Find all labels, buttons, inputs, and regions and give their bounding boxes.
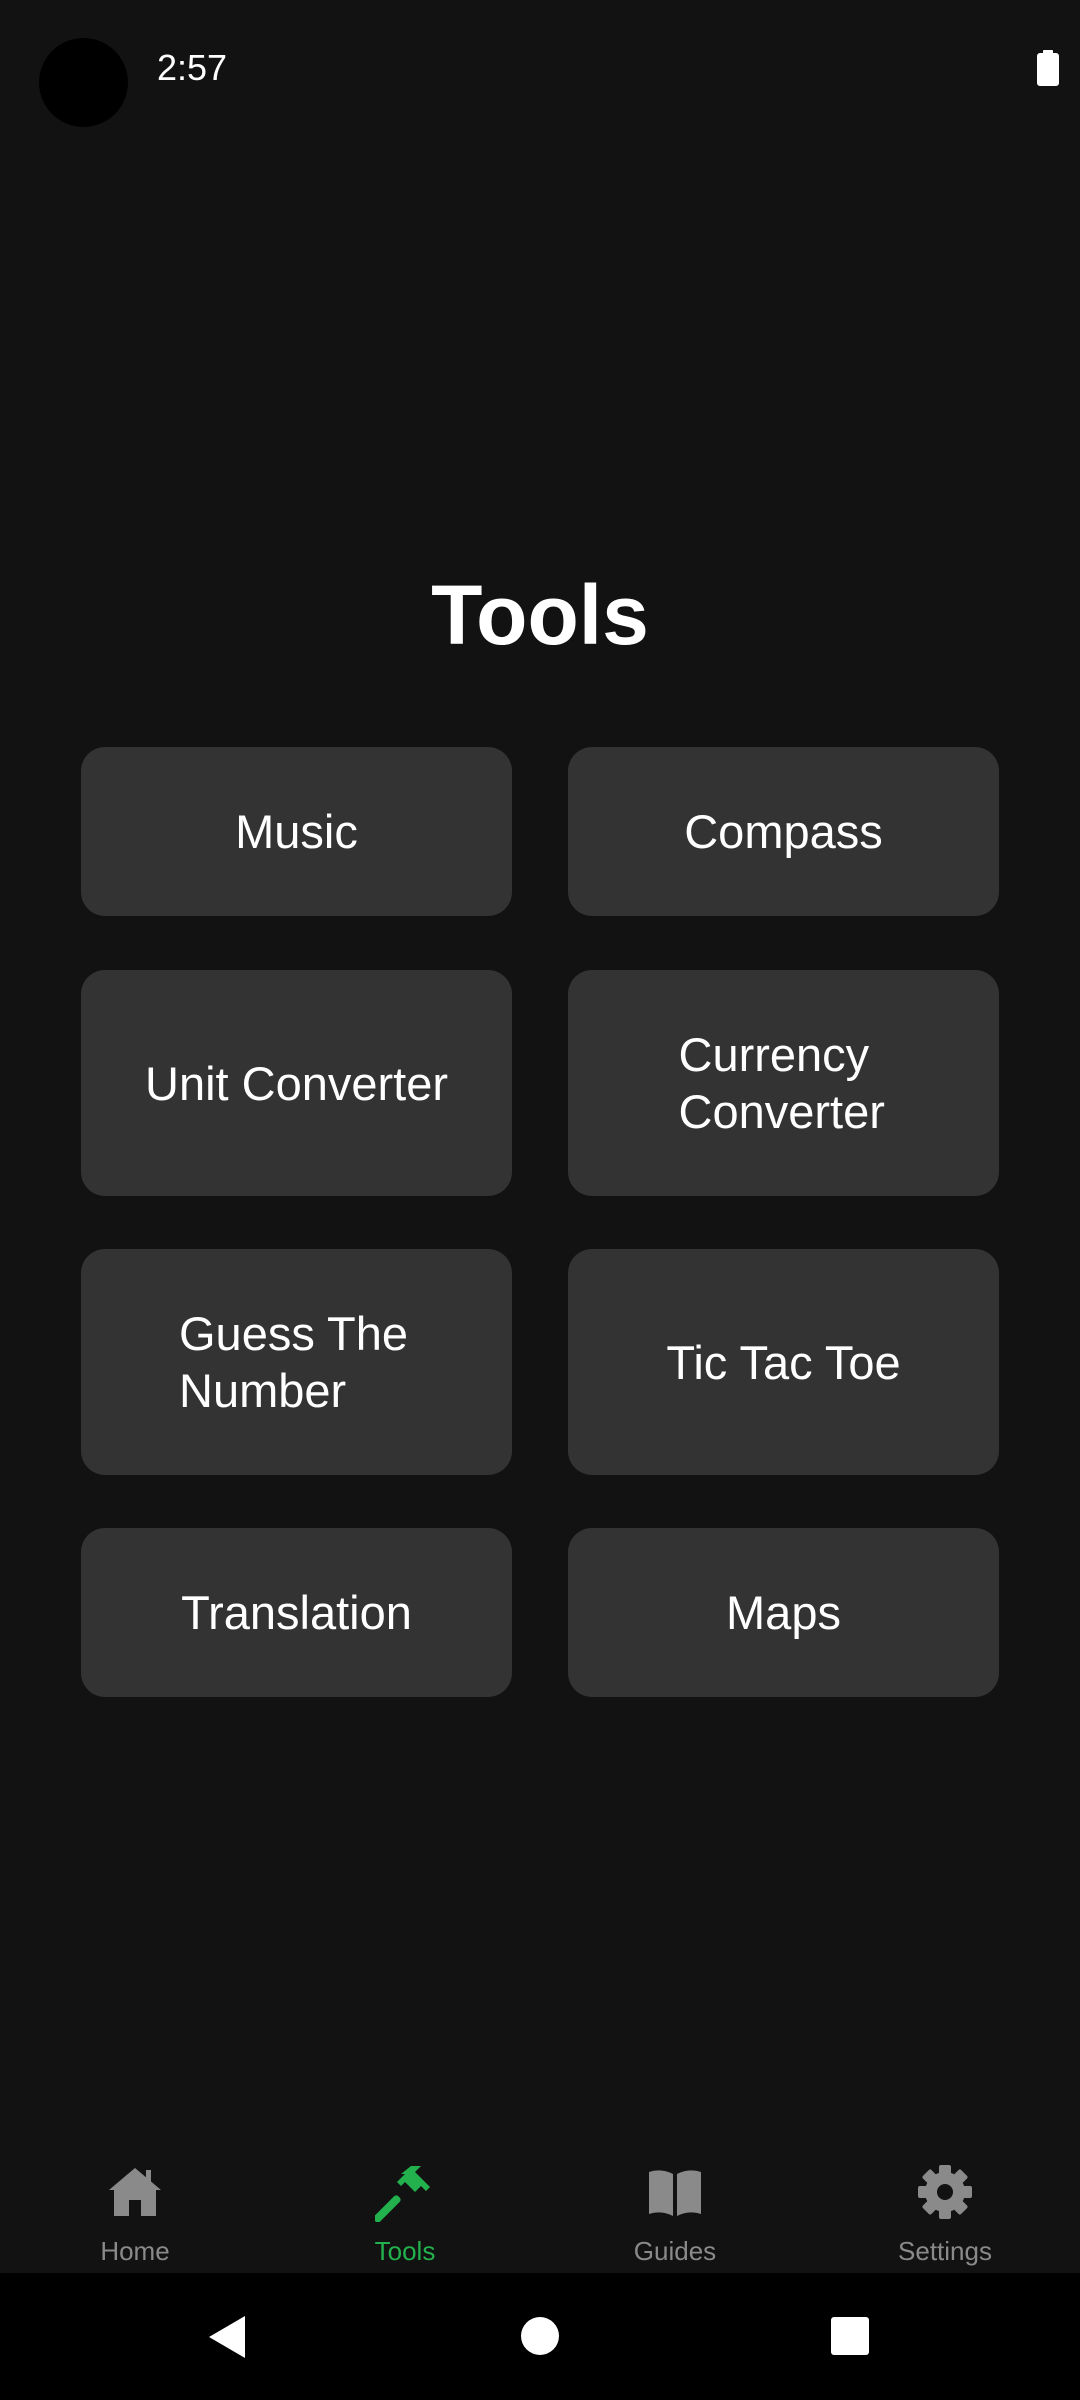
music-button-label: Music — [235, 805, 358, 858]
music-button[interactable]: Music — [81, 747, 512, 916]
nav-label-tools: Tools — [374, 2236, 436, 2266]
translation-button[interactable]: Translation — [81, 1528, 512, 1697]
compass-button-label: Compass — [684, 805, 883, 858]
gear-icon — [918, 2165, 972, 2219]
currency-converter-button-label: Currency Converter — [678, 1028, 885, 1138]
battery-icon — [1037, 50, 1059, 86]
unit-converter-button[interactable]: Unit Converter — [81, 970, 512, 1196]
system-recents-button[interactable] — [790, 2273, 910, 2400]
compass-button[interactable]: Compass — [568, 747, 999, 916]
nav-item-home[interactable]: Home — [0, 2140, 270, 2273]
nav-item-tools[interactable]: Tools — [270, 2140, 540, 2273]
recents-square-icon — [831, 2317, 869, 2355]
maps-button-label: Maps — [726, 1586, 841, 1639]
guess-the-number-button-label: Guess The Number — [179, 1307, 409, 1417]
unit-converter-button-label: Unit Converter — [145, 1056, 448, 1110]
system-home-button[interactable] — [480, 2273, 600, 2400]
camera-cutout — [39, 38, 128, 127]
bottom-navigation: Home Tools Guides Settings — [0, 2140, 1080, 2273]
book-icon — [649, 2170, 701, 2216]
nav-label-guides: Guides — [633, 2236, 717, 2266]
system-back-button[interactable] — [165, 2273, 285, 2400]
tic-tac-toe-button-label: Tic Tac Toe — [666, 1335, 901, 1389]
translation-button-label: Translation — [181, 1586, 412, 1639]
nav-label-home: Home — [100, 2236, 170, 2266]
status-bar: 2:57 — [0, 0, 1080, 135]
tools-screen: 2:57 Tools Music Compass Unit Converter … — [0, 0, 1080, 2400]
page-title: Tools — [431, 568, 649, 662]
maps-button[interactable]: Maps — [568, 1528, 999, 1697]
nav-label-settings: Settings — [898, 2236, 992, 2266]
tic-tac-toe-button[interactable]: Tic Tac Toe — [568, 1249, 999, 1475]
nav-item-guides[interactable]: Guides — [540, 2140, 810, 2273]
home-circle-icon — [521, 2317, 559, 2355]
currency-converter-button[interactable]: Currency Converter — [568, 970, 999, 1196]
status-time: 2:57 — [157, 47, 228, 88]
guess-the-number-button[interactable]: Guess The Number — [81, 1249, 512, 1475]
hammer-icon — [375, 2166, 430, 2222]
back-triangle-icon — [209, 2316, 245, 2358]
nav-item-settings[interactable]: Settings — [810, 2140, 1080, 2273]
home-icon — [109, 2168, 161, 2216]
system-navigation-bar — [0, 2273, 1080, 2400]
